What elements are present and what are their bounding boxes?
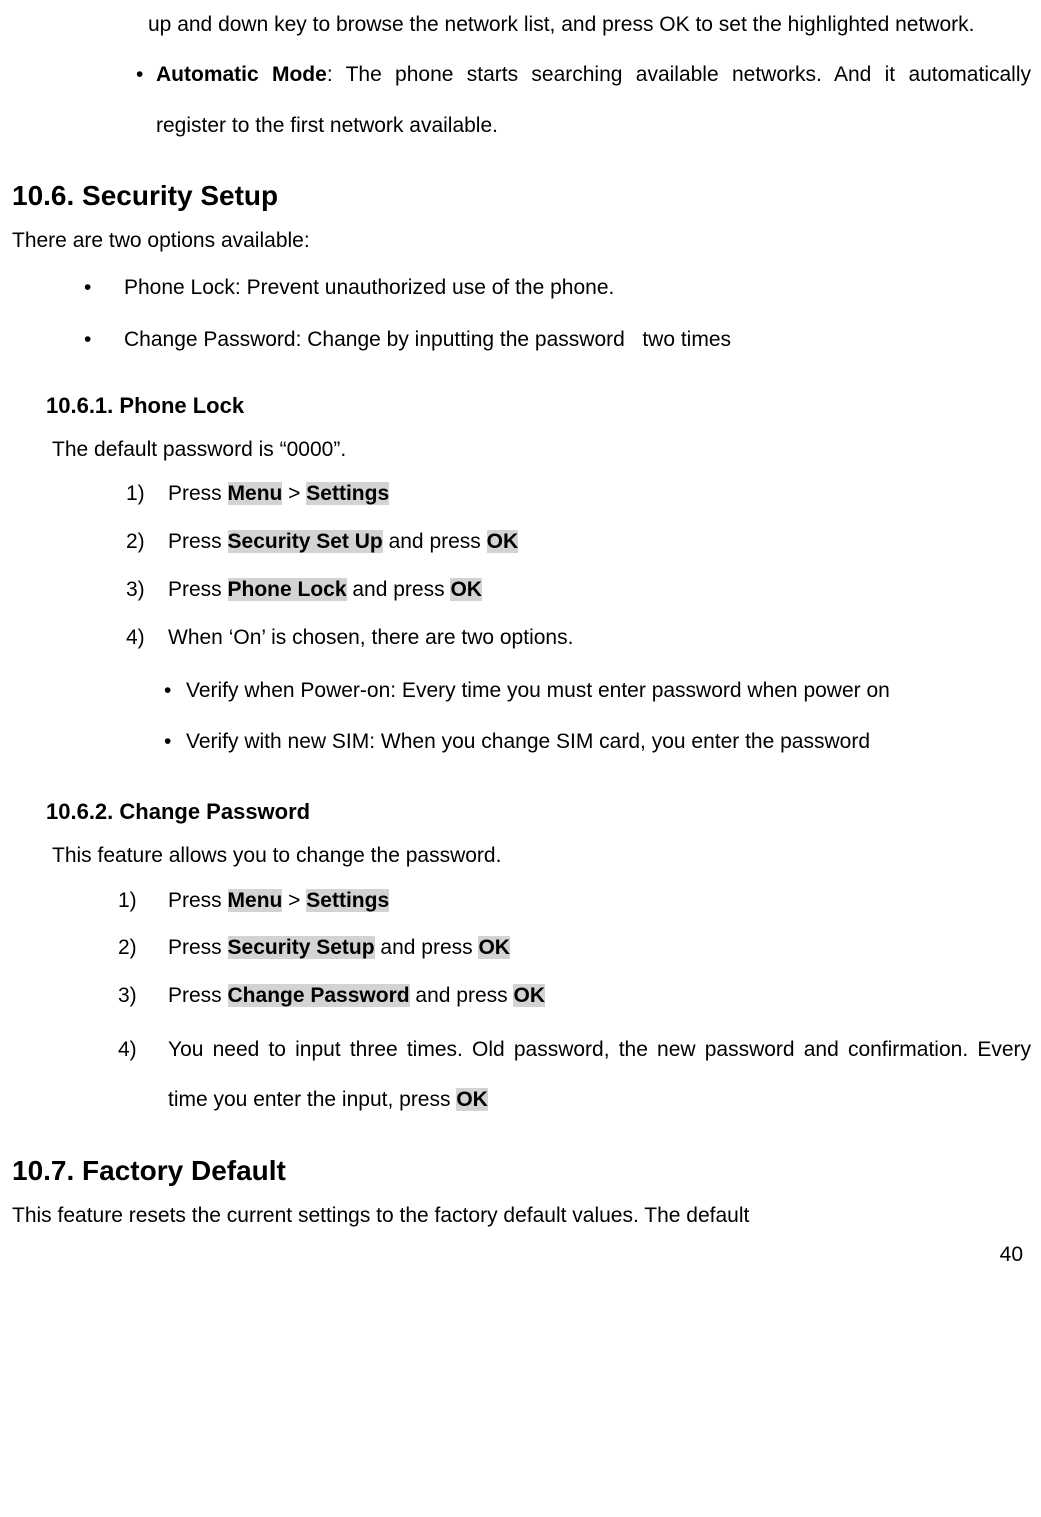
step-body: Press Security Setup and press OK — [168, 929, 1031, 967]
heading-factory-default: 10.7. Factory Default — [12, 1150, 1031, 1192]
text: Press — [168, 889, 228, 912]
ok-key: OK — [487, 530, 519, 553]
para-continuation: up and down key to browse the network li… — [148, 0, 1031, 50]
ok-key: OK — [450, 578, 482, 601]
step-body: Press Menu > Settings — [168, 882, 1031, 920]
menu-key: Menu — [228, 482, 283, 505]
bullet-dot-icon: • — [164, 717, 186, 767]
step-body: When ‘On’ is chosen, there are two optio… — [168, 619, 1031, 657]
sub-option-text: Verify with new SIM: When you change SIM… — [186, 717, 1031, 767]
security-intro: There are two options available: — [12, 225, 1031, 257]
text: Press — [168, 984, 228, 1007]
bullet-automatic-mode: • Automatic Mode: The phone starts searc… — [136, 50, 1031, 151]
ok-key: OK — [478, 936, 510, 959]
phone-lock-key: Phone Lock — [228, 578, 347, 601]
automatic-mode-label: Automatic Mode — [156, 63, 327, 86]
step-3: 3) Press Phone Lock and press OK — [126, 571, 1031, 609]
step-number: 2) — [118, 929, 168, 967]
text: You need to input three times. Old passw… — [168, 1038, 1031, 1111]
security-setup-key: Security Setup — [228, 936, 375, 959]
sub-option-verify-sim: • Verify with new SIM: When you change S… — [164, 717, 1031, 767]
option-phone-lock: • Phone Lock: Prevent unauthorized use o… — [84, 267, 1031, 309]
step-body: Press Menu > Settings — [168, 475, 1031, 513]
text: Press — [168, 482, 228, 505]
option-text: Phone Lock: Prevent unauthorized use of … — [124, 267, 614, 309]
change-password-steps: 1) Press Menu > Settings 2) Press Securi… — [118, 882, 1031, 1126]
heading-phone-lock: 10.6.1. Phone Lock — [46, 389, 1031, 422]
step-1: 1) Press Menu > Settings — [126, 475, 1031, 513]
step-2: 2) Press Security Setup and press OK — [118, 929, 1031, 967]
step-body: Press Security Set Up and press OK — [168, 523, 1031, 561]
ok-key: OK — [513, 984, 545, 1007]
text: Press — [168, 530, 228, 553]
page-number: 40 — [8, 1239, 1031, 1271]
settings-key: Settings — [306, 482, 389, 505]
step-2: 2) Press Security Set Up and press OK — [126, 523, 1031, 561]
security-setup-key: Security Set Up — [228, 530, 383, 553]
step-number: 1) — [118, 882, 168, 920]
step-number: 4) — [118, 1025, 168, 1126]
text: and press — [383, 530, 487, 553]
step-number: 4) — [126, 619, 168, 657]
option-change-password: • Change Password: Change by inputting t… — [84, 319, 1031, 361]
text: and press — [375, 936, 479, 959]
settings-key: Settings — [306, 889, 389, 912]
text: and press — [347, 578, 451, 601]
change-password-key: Change Password — [228, 984, 410, 1007]
change-password-intro: This feature allows you to change the pa… — [52, 840, 1031, 872]
phone-lock-intro: The default password is “0000”. — [52, 434, 1031, 466]
step-number: 2) — [126, 523, 168, 561]
text: Press — [168, 578, 228, 601]
step-body: Press Change Password and press OK — [168, 977, 1031, 1015]
step-3: 3) Press Change Password and press OK — [118, 977, 1031, 1015]
heading-change-password: 10.6.2. Change Password — [46, 795, 1031, 828]
heading-security-setup: 10.6. Security Setup — [12, 175, 1031, 217]
text: Press — [168, 936, 228, 959]
bullet-dot-icon: • — [84, 267, 124, 309]
step-1: 1) Press Menu > Settings — [118, 882, 1031, 920]
step-4: 4) You need to input three times. Old pa… — [118, 1025, 1031, 1126]
document-page: up and down key to browse the network li… — [0, 0, 1041, 1271]
text: and press — [410, 984, 514, 1007]
text: > — [282, 482, 306, 505]
step-4: 4) When ‘On’ is chosen, there are two op… — [126, 619, 1031, 657]
bullet-dot-icon: • — [84, 319, 124, 361]
phone-lock-steps: 1) Press Menu > Settings 2) Press Securi… — [126, 475, 1031, 656]
step-number: 3) — [126, 571, 168, 609]
menu-key: Menu — [228, 889, 283, 912]
text: > — [282, 889, 306, 912]
step-number: 1) — [126, 475, 168, 513]
step-number: 3) — [118, 977, 168, 1015]
step-body: You need to input three times. Old passw… — [168, 1025, 1031, 1126]
sub-option-text: Verify when Power-on: Every time you mus… — [186, 666, 1031, 716]
step-body: Press Phone Lock and press OK — [168, 571, 1031, 609]
sub-option-verify-poweron: • Verify when Power-on: Every time you m… — [164, 666, 1031, 716]
bullet-dot-icon: • — [164, 666, 186, 716]
option-text: Change Password: Change by inputting the… — [124, 319, 731, 361]
ok-key: OK — [456, 1088, 488, 1111]
factory-default-intro: This feature resets the current settings… — [12, 1200, 1031, 1232]
bullet-dot-icon: • — [136, 50, 156, 151]
bullet-text: Automatic Mode: The phone starts searchi… — [156, 50, 1031, 151]
